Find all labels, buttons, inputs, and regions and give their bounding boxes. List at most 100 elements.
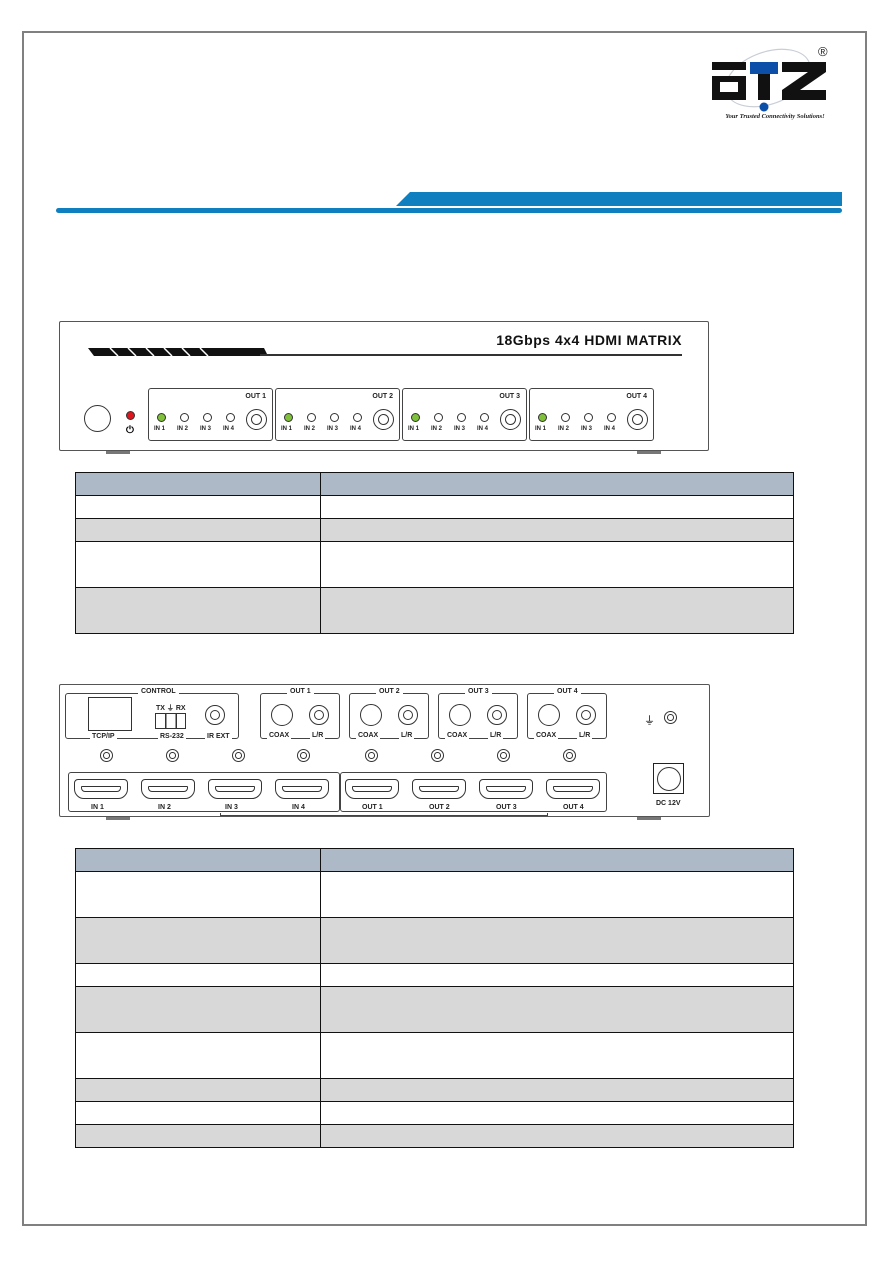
- hdmi-input-port: [275, 779, 329, 799]
- hdmi-input-port: [208, 779, 262, 799]
- input-label: IN 3: [581, 426, 593, 432]
- input-led: [584, 413, 593, 422]
- coax-label: COAX: [267, 732, 292, 739]
- table-row: [75, 917, 794, 964]
- control-label: CONTROL: [138, 688, 179, 695]
- input-led: [330, 413, 339, 422]
- rs232-terminal: [155, 713, 186, 729]
- rear-foot-left: [106, 817, 130, 820]
- input-led: [607, 413, 616, 422]
- output-label: OUT 3: [499, 393, 520, 400]
- mounting-screw: [232, 749, 245, 762]
- output-select-button[interactable]: [500, 409, 521, 430]
- ground-symbol-icon: ⏚: [644, 715, 655, 727]
- hdmi-output-port: [345, 779, 399, 799]
- table-row: [75, 495, 794, 519]
- mounting-screw: [497, 749, 510, 762]
- output-group: OUT 4 IN 1 IN 2 IN 3 IN 4: [529, 388, 654, 441]
- table-row: [75, 1124, 794, 1148]
- rear-panel-diagram: CONTROL TCP/IP TX ⏚ RX RS-232 IR EXT OUT…: [59, 684, 710, 817]
- hdmi-output-port-label: OUT 3: [493, 804, 520, 811]
- input-led: [226, 413, 235, 422]
- mounting-screw: [365, 749, 378, 762]
- table-row: [75, 541, 794, 588]
- tcpip-label: TCP/IP: [90, 733, 117, 740]
- hdmi-output-port-label: OUT 1: [359, 804, 386, 811]
- output-group: OUT 1 IN 1 IN 2 IN 3 IN 4: [148, 388, 273, 441]
- hdmi-input-port-label: IN 4: [289, 804, 308, 811]
- ir-ext-jack: [205, 705, 225, 725]
- coax-port: [449, 704, 471, 726]
- output-label: OUT 1: [245, 393, 266, 400]
- input-led: [180, 413, 189, 422]
- input-label: IN 4: [223, 426, 235, 432]
- hdmi-output-port: [546, 779, 600, 799]
- front-foot-right: [637, 451, 661, 454]
- hdmi-input-port: [74, 779, 128, 799]
- input-led: [561, 413, 570, 422]
- hdmi-output-port: [412, 779, 466, 799]
- rear-panel-table: [75, 848, 794, 1148]
- header-band: [396, 192, 842, 206]
- registered-mark: ®: [818, 44, 828, 59]
- table-row: [75, 963, 794, 987]
- input-label: IN 1: [535, 426, 547, 432]
- input-led: [284, 413, 293, 422]
- front-line: [260, 354, 682, 356]
- output-label: OUT 2: [372, 393, 393, 400]
- ethernet-port: [88, 697, 132, 731]
- output-select-button[interactable]: [627, 409, 648, 430]
- mounting-screw: [563, 749, 576, 762]
- lr-audio-jack: [309, 705, 329, 725]
- table-row: [75, 587, 794, 634]
- audio-output-group: OUT 2 COAX L/R: [349, 688, 429, 739]
- input-led: [434, 413, 443, 422]
- mounting-screw: [166, 749, 179, 762]
- audio-out-label: OUT 4: [554, 688, 581, 695]
- table-row: [75, 986, 794, 1033]
- input-led: [353, 413, 362, 422]
- output-label: OUT 4: [626, 393, 647, 400]
- ir-receiver-window: [84, 405, 111, 432]
- input-label: IN 2: [304, 426, 316, 432]
- audio-out-label: OUT 2: [376, 688, 403, 695]
- rs232-label: RS-232: [158, 733, 186, 740]
- model-title: 18Gbps 4x4 HDMI MATRIX: [496, 332, 682, 348]
- output-select-button[interactable]: [246, 409, 267, 430]
- table-header-row: [75, 472, 794, 496]
- hdmi-input-port-label: IN 1: [88, 804, 107, 811]
- rs232-pins-label: TX ⏚ RX: [156, 705, 186, 712]
- output-group: OUT 2 IN 1 IN 2 IN 3 IN 4: [275, 388, 400, 441]
- power-led: [126, 411, 135, 420]
- mounting-screw: [297, 749, 310, 762]
- input-label: IN 4: [477, 426, 489, 432]
- input-label: IN 2: [558, 426, 570, 432]
- input-label: IN 3: [454, 426, 466, 432]
- hdmi-output-port: [479, 779, 533, 799]
- hdmi-input-port-label: IN 2: [155, 804, 174, 811]
- coax-port: [360, 704, 382, 726]
- front-panel-table: [75, 472, 794, 634]
- input-led: [480, 413, 489, 422]
- input-led: [203, 413, 212, 422]
- input-led: [411, 413, 420, 422]
- front-foot-left: [106, 451, 130, 454]
- dc-jack-circle: [657, 767, 681, 791]
- lr-label: L/R: [310, 732, 326, 739]
- input-led: [157, 413, 166, 422]
- input-label: IN 4: [604, 426, 616, 432]
- audio-out-label: OUT 3: [465, 688, 492, 695]
- hdmi-input-port: [141, 779, 195, 799]
- irext-label: IR EXT: [205, 733, 232, 740]
- input-label: IN 4: [350, 426, 362, 432]
- table-row: [75, 518, 794, 542]
- logo-tagline: Your Trusted Connectivity Solutions!: [725, 113, 825, 120]
- input-led: [538, 413, 547, 422]
- coax-label: COAX: [534, 732, 559, 739]
- dc-label: DC 12V: [656, 800, 681, 807]
- input-label: IN 1: [408, 426, 420, 432]
- lr-label: L/R: [577, 732, 593, 739]
- hdmi-input-port-label: IN 3: [222, 804, 241, 811]
- output-select-button[interactable]: [373, 409, 394, 430]
- lr-audio-jack: [398, 705, 418, 725]
